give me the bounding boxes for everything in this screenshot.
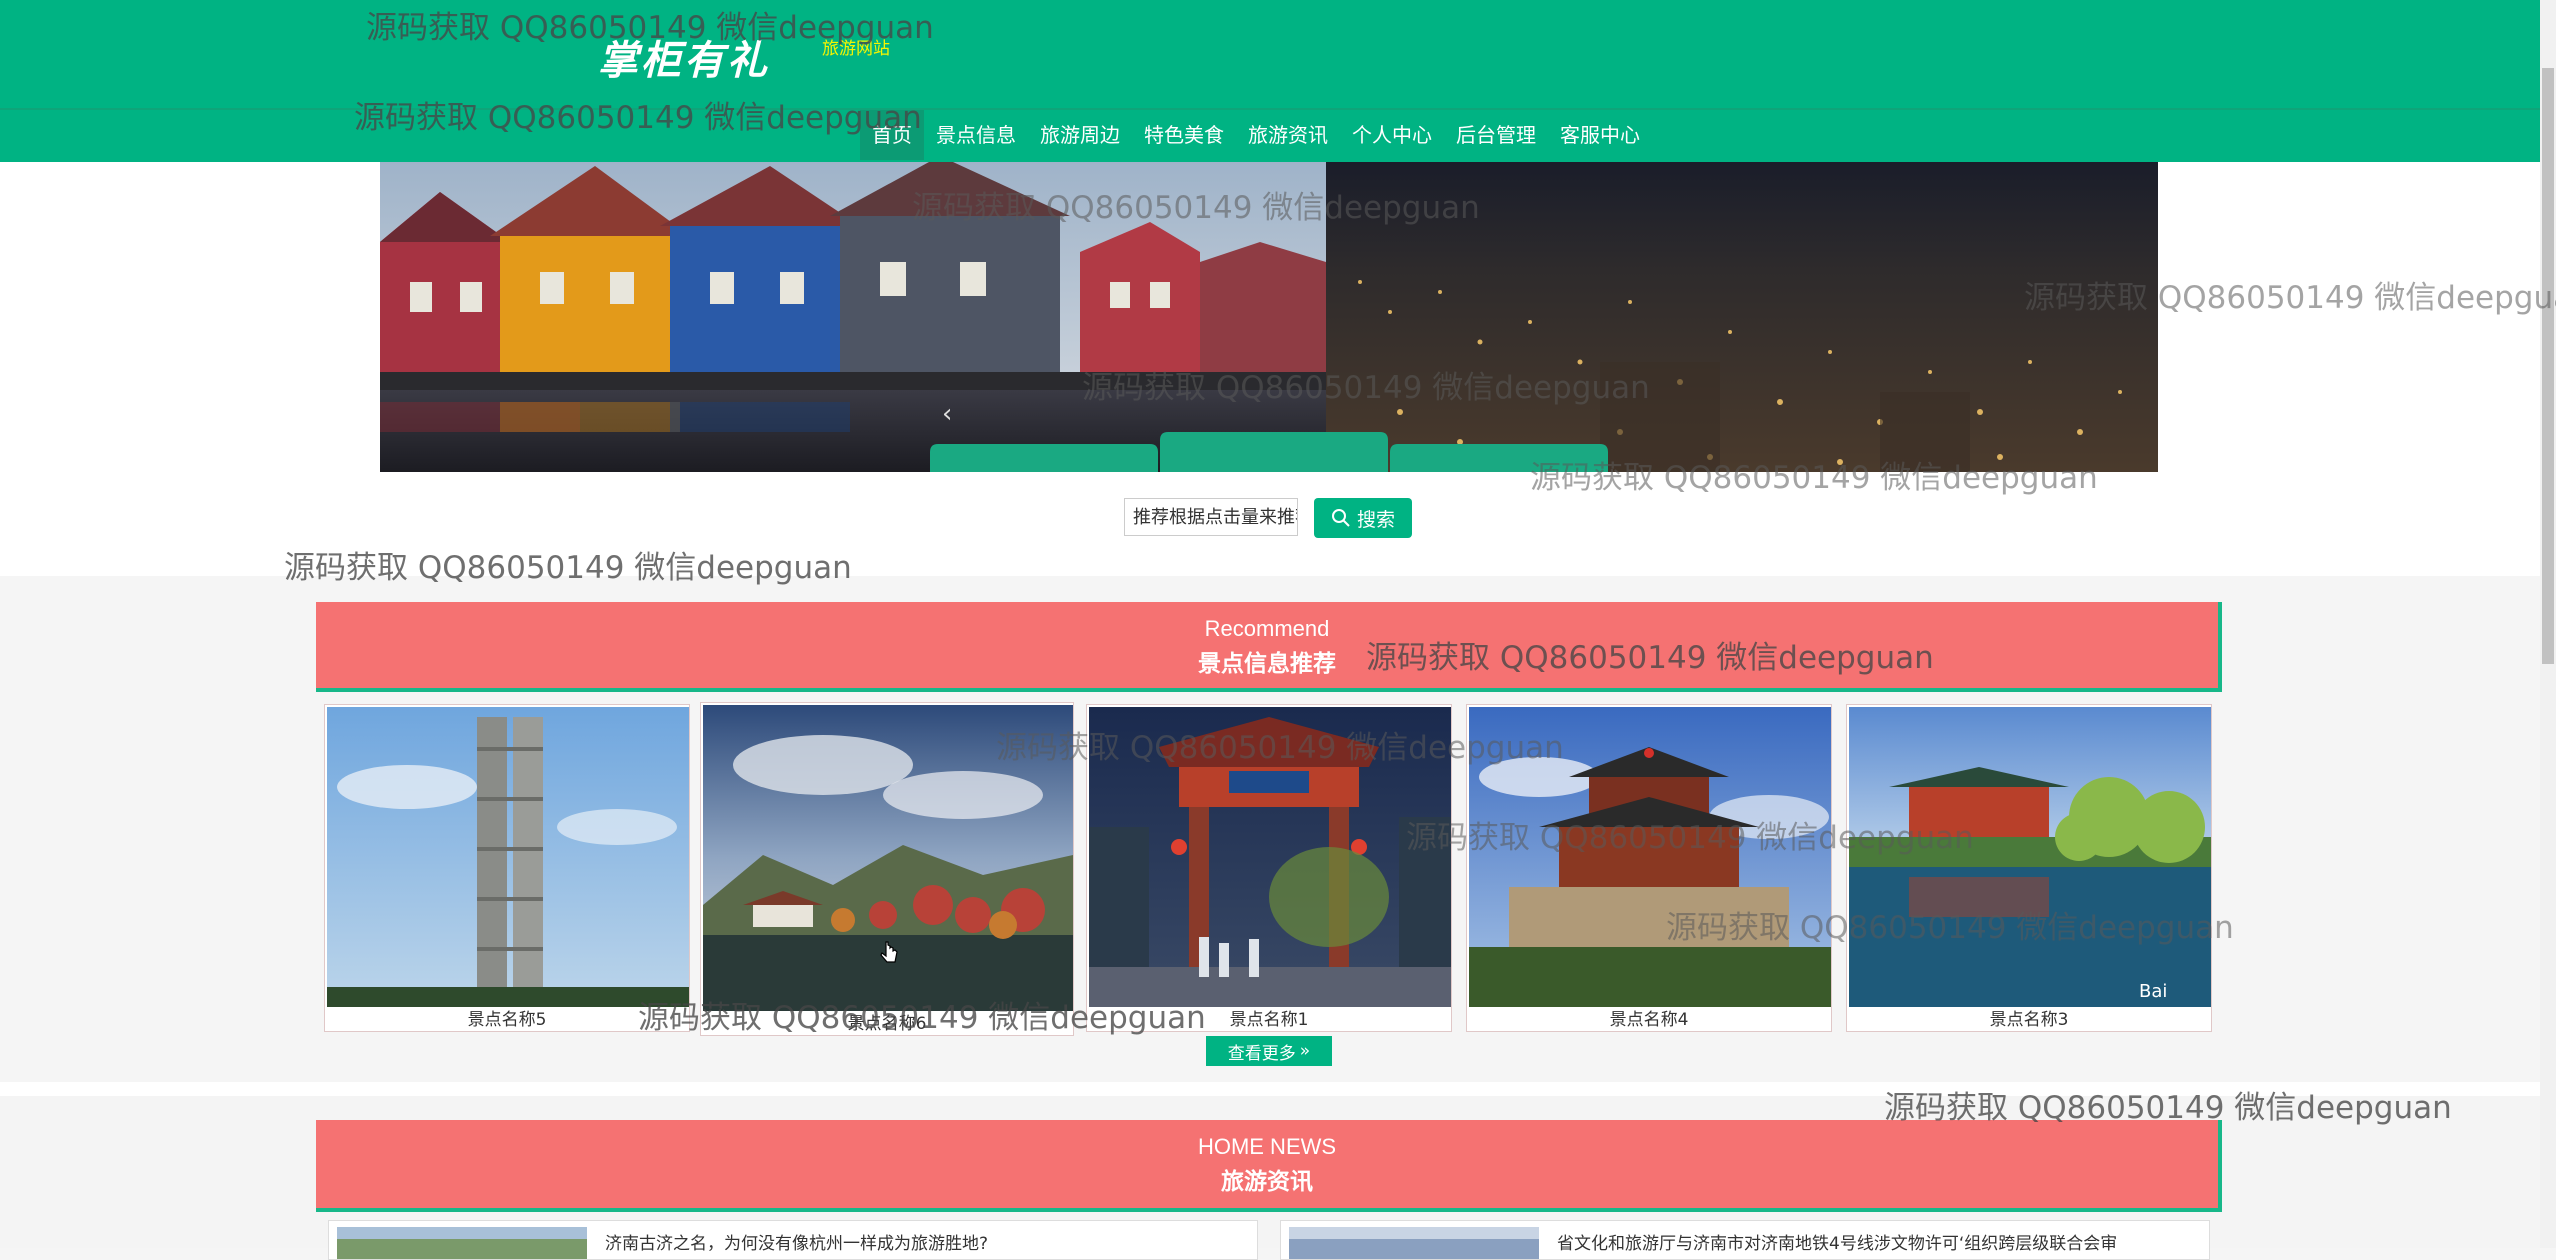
attraction-name: 景点名称6 (847, 1014, 927, 1034)
view-more-button[interactable]: 查看更多 » (1206, 1036, 1332, 1066)
news-title-bar: HOME NEWS 旅游资讯 (316, 1120, 2222, 1212)
nav-item-customer-service[interactable]: 客服中心 (1548, 110, 1652, 160)
mouse-cursor-icon (880, 941, 898, 963)
attraction-image: Bai (1849, 707, 2211, 1007)
news-item[interactable]: 济南古济之名，为何没有像杭州一样成为旅游胜地? (328, 1220, 1258, 1260)
double-chevron-right-icon: » (1299, 1041, 1311, 1061)
search-button-label: 搜索 (1356, 508, 1395, 531)
news-thumbnail (337, 1227, 587, 1259)
news-title-en: HOME NEWS (1197, 1134, 1337, 1159)
page-scrollbar-thumb[interactable] (2542, 68, 2554, 664)
attraction-image (1469, 707, 1831, 1007)
attraction-name: 景点名称4 (1609, 1010, 1689, 1030)
search-icon (1331, 509, 1350, 527)
attraction-card[interactable]: 景点名称4 (1466, 704, 1832, 1032)
news-item[interactable]: 省文化和旅游厅与济南市对济南地铁4号线涉文物许可‘组织跨层级联合会审 (1280, 1220, 2210, 1260)
recommend-title-cn: 景点信息推荐 (1198, 651, 1336, 677)
attraction-name: 景点名称5 (467, 1010, 547, 1030)
nav-item-admin[interactable]: 后台管理 (1444, 110, 1548, 160)
attraction-image (327, 707, 689, 1007)
main-nav: 首页 景点信息 旅游周边 特色美食 旅游资讯 个人中心 后台管理 客服中心 (860, 110, 1652, 160)
nav-item-travel-around[interactable]: 旅游周边 (1028, 110, 1132, 160)
attraction-name: 景点名称1 (1229, 1010, 1309, 1030)
svg-text:Bai: Bai (2139, 981, 2167, 1002)
banner-carousel[interactable]: ‹ (380, 162, 2158, 472)
nav-item-attractions[interactable]: 景点信息 (924, 110, 1028, 160)
news-title-cn: 旅游资讯 (1221, 1169, 1313, 1195)
svg-text:‹: ‹ (942, 399, 952, 429)
nav-item-travel-news[interactable]: 旅游资讯 (1236, 110, 1340, 160)
attraction-name: 景点名称3 (1989, 1010, 2069, 1030)
search-input[interactable]: 推荐根据点击量来推荐 (1124, 498, 1298, 536)
news-title: 省文化和旅游厅与济南市对济南地铁4号线涉文物许可‘组织跨层级联合会审 (1557, 1234, 2118, 1254)
news-title: 济南古济之名，为何没有像杭州一样成为旅游胜地? (605, 1234, 989, 1254)
attraction-image (1089, 707, 1451, 1007)
news-thumbnail (1289, 1227, 1539, 1259)
site-logo[interactable]: 掌柜有礼 (598, 28, 770, 86)
attraction-card[interactable]: Bai 景点名称3 (1846, 704, 2212, 1032)
nav-item-local-food[interactable]: 特色美食 (1132, 110, 1236, 160)
attraction-card[interactable]: 景点名称1 (1086, 704, 1452, 1032)
recommend-title-en: Recommend (1204, 616, 1330, 641)
nav-item-home[interactable]: 首页 (860, 110, 924, 160)
search-button[interactable]: 搜索 (1314, 498, 1412, 538)
attraction-card[interactable]: 景点名称6 (700, 702, 1074, 1036)
view-more-label: 查看更多 (1227, 1043, 1296, 1064)
nav-item-user-center[interactable]: 个人中心 (1340, 110, 1444, 160)
recommend-title-bar: Recommend 景点信息推荐 (316, 602, 2222, 692)
attraction-card[interactable]: 景点名称5 (324, 704, 690, 1032)
section-divider (0, 1082, 2540, 1096)
site-logo-subtitle: 旅游网站 (822, 39, 890, 59)
banner-image: ‹ (380, 162, 2158, 472)
